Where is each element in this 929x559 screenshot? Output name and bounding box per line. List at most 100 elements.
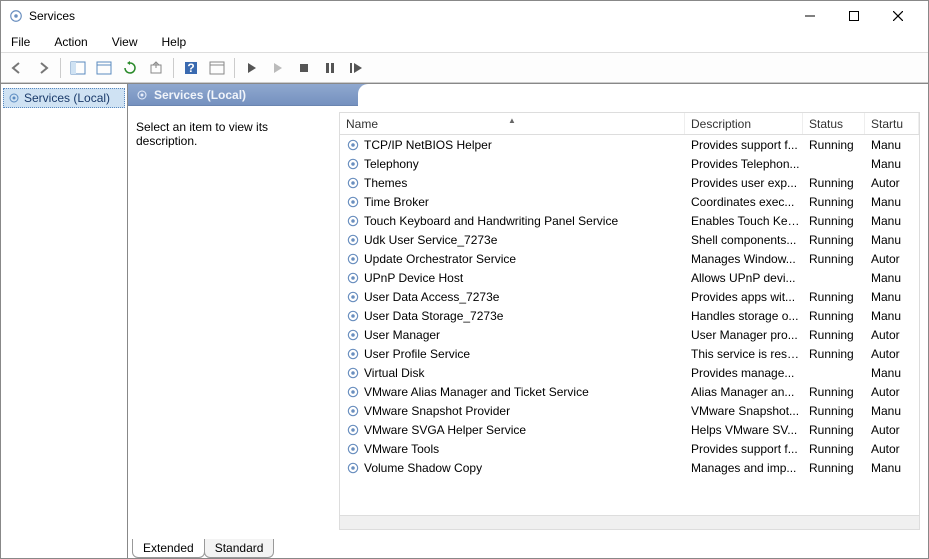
description-column: Select an item to view its description.: [136, 112, 331, 530]
service-startup-cell: Autor: [867, 252, 917, 266]
export-button[interactable]: [144, 56, 168, 80]
service-row[interactable]: TelephonyProvides Telephon...Manu: [340, 154, 919, 173]
column-name[interactable]: Name ▲: [340, 113, 685, 134]
gear-icon: [346, 423, 360, 437]
service-desc-cell: Allows UPnP devi...: [687, 271, 805, 285]
tree-root-item[interactable]: Services (Local): [3, 88, 125, 108]
menu-help[interactable]: Help: [158, 33, 191, 51]
service-name-cell: User Manager: [342, 328, 687, 342]
service-row[interactable]: User Data Access_7273eProvides apps wit.…: [340, 287, 919, 306]
service-startup-cell: Manu: [867, 309, 917, 323]
forward-button[interactable]: [31, 56, 55, 80]
minimize-button[interactable]: [788, 2, 832, 30]
column-description[interactable]: Description: [685, 113, 803, 134]
service-status-cell: Running: [805, 214, 867, 228]
menubar: File Action View Help: [1, 31, 928, 53]
stop-service-button[interactable]: [292, 56, 316, 80]
service-startup-cell: Manu: [867, 461, 917, 475]
service-status-cell: Running: [805, 233, 867, 247]
close-button[interactable]: [876, 2, 920, 30]
service-name-cell: User Data Storage_7273e: [342, 309, 687, 323]
gear-icon: [346, 176, 360, 190]
svg-text:?: ?: [187, 61, 194, 75]
gear-icon: [346, 271, 360, 285]
content-area: Services (Local) Services (Local) Select…: [1, 83, 928, 558]
gear-icon: [346, 290, 360, 304]
tab-standard[interactable]: Standard: [204, 539, 275, 558]
column-startup[interactable]: Startu: [865, 113, 919, 134]
service-row[interactable]: Udk User Service_7273eShell components..…: [340, 230, 919, 249]
restart-service-button[interactable]: [344, 56, 368, 80]
service-row[interactable]: VMware ToolsProvides support f...Running…: [340, 439, 919, 458]
gear-icon: [346, 347, 360, 361]
sort-asc-icon: ▲: [508, 116, 516, 125]
service-row[interactable]: ThemesProvides user exp...RunningAutor: [340, 173, 919, 192]
properties2-button[interactable]: [205, 56, 229, 80]
show-hide-tree-button[interactable]: [66, 56, 90, 80]
service-row[interactable]: User Data Storage_7273eHandles storage o…: [340, 306, 919, 325]
service-row[interactable]: VMware Alias Manager and Ticket ServiceA…: [340, 382, 919, 401]
properties-button[interactable]: [92, 56, 116, 80]
description-hint: Select an item to view its description.: [136, 120, 331, 148]
back-button[interactable]: [5, 56, 29, 80]
service-row[interactable]: User Profile ServiceThis service is resp…: [340, 344, 919, 363]
service-row[interactable]: UPnP Device HostAllows UPnP devi...Manu: [340, 268, 919, 287]
service-desc-cell: Provides user exp...: [687, 176, 805, 190]
column-status[interactable]: Status: [803, 113, 865, 134]
service-status-cell: Running: [805, 176, 867, 190]
help-button[interactable]: ?: [179, 56, 203, 80]
service-row[interactable]: User ManagerUser Manager pro...RunningAu…: [340, 325, 919, 344]
maximize-button[interactable]: [832, 2, 876, 30]
service-startup-cell: Autor: [867, 328, 917, 342]
gear-icon: [8, 92, 20, 104]
service-desc-cell: VMware Snapshot...: [687, 404, 805, 418]
service-name-cell: Volume Shadow Copy: [342, 461, 687, 475]
service-row[interactable]: Update Orchestrator ServiceManages Windo…: [340, 249, 919, 268]
gear-icon: [346, 214, 360, 228]
service-desc-cell: Coordinates exec...: [687, 195, 805, 209]
service-name-cell: Touch Keyboard and Handwriting Panel Ser…: [342, 214, 687, 228]
service-desc-cell: Provides manage...: [687, 366, 805, 380]
service-startup-cell: Manu: [867, 157, 917, 171]
start-service-disabled-button[interactable]: [266, 56, 290, 80]
service-row[interactable]: Touch Keyboard and Handwriting Panel Ser…: [340, 211, 919, 230]
service-status-cell: Running: [805, 404, 867, 418]
service-row[interactable]: Volume Shadow CopyManages and imp...Runn…: [340, 458, 919, 477]
gear-icon: [346, 385, 360, 399]
service-row[interactable]: TCP/IP NetBIOS HelperProvides support f.…: [340, 135, 919, 154]
start-service-button[interactable]: [240, 56, 264, 80]
service-startup-cell: Manu: [867, 290, 917, 304]
app-icon: [9, 9, 23, 23]
menu-action[interactable]: Action: [50, 33, 91, 51]
pause-service-button[interactable]: [318, 56, 342, 80]
service-status-cell: Running: [805, 195, 867, 209]
service-row[interactable]: VMware SVGA Helper ServiceHelps VMware S…: [340, 420, 919, 439]
window-title: Services: [29, 9, 75, 23]
tree-pane: Services (Local): [1, 84, 128, 558]
refresh-button[interactable]: [118, 56, 142, 80]
service-name-cell: VMware Alias Manager and Ticket Service: [342, 385, 687, 399]
service-row[interactable]: Time BrokerCoordinates exec...RunningMan…: [340, 192, 919, 211]
service-row[interactable]: Virtual DiskProvides manage...Manu: [340, 363, 919, 382]
service-desc-cell: Provides support f...: [687, 442, 805, 456]
menu-view[interactable]: View: [108, 33, 142, 51]
menu-file[interactable]: File: [7, 33, 34, 51]
service-startup-cell: Manu: [867, 195, 917, 209]
gear-icon: [346, 328, 360, 342]
service-row[interactable]: VMware Snapshot ProviderVMware Snapshot.…: [340, 401, 919, 420]
list-body[interactable]: TCP/IP NetBIOS HelperProvides support f.…: [340, 135, 919, 515]
service-desc-cell: Provides Telephon...: [687, 157, 805, 171]
tree-root-label: Services (Local): [24, 91, 110, 105]
gear-icon: [346, 252, 360, 266]
service-status-cell: Running: [805, 328, 867, 342]
service-status-cell: Running: [805, 461, 867, 475]
tab-extended[interactable]: Extended: [132, 539, 205, 558]
service-startup-cell: Manu: [867, 271, 917, 285]
service-name-cell: VMware Snapshot Provider: [342, 404, 687, 418]
service-desc-cell: Helps VMware SV...: [687, 423, 805, 437]
service-startup-cell: Manu: [867, 233, 917, 247]
service-status-cell: Running: [805, 347, 867, 361]
titlebar: Services: [1, 1, 928, 31]
horizontal-scrollbar[interactable]: [340, 515, 919, 529]
gear-icon: [346, 404, 360, 418]
